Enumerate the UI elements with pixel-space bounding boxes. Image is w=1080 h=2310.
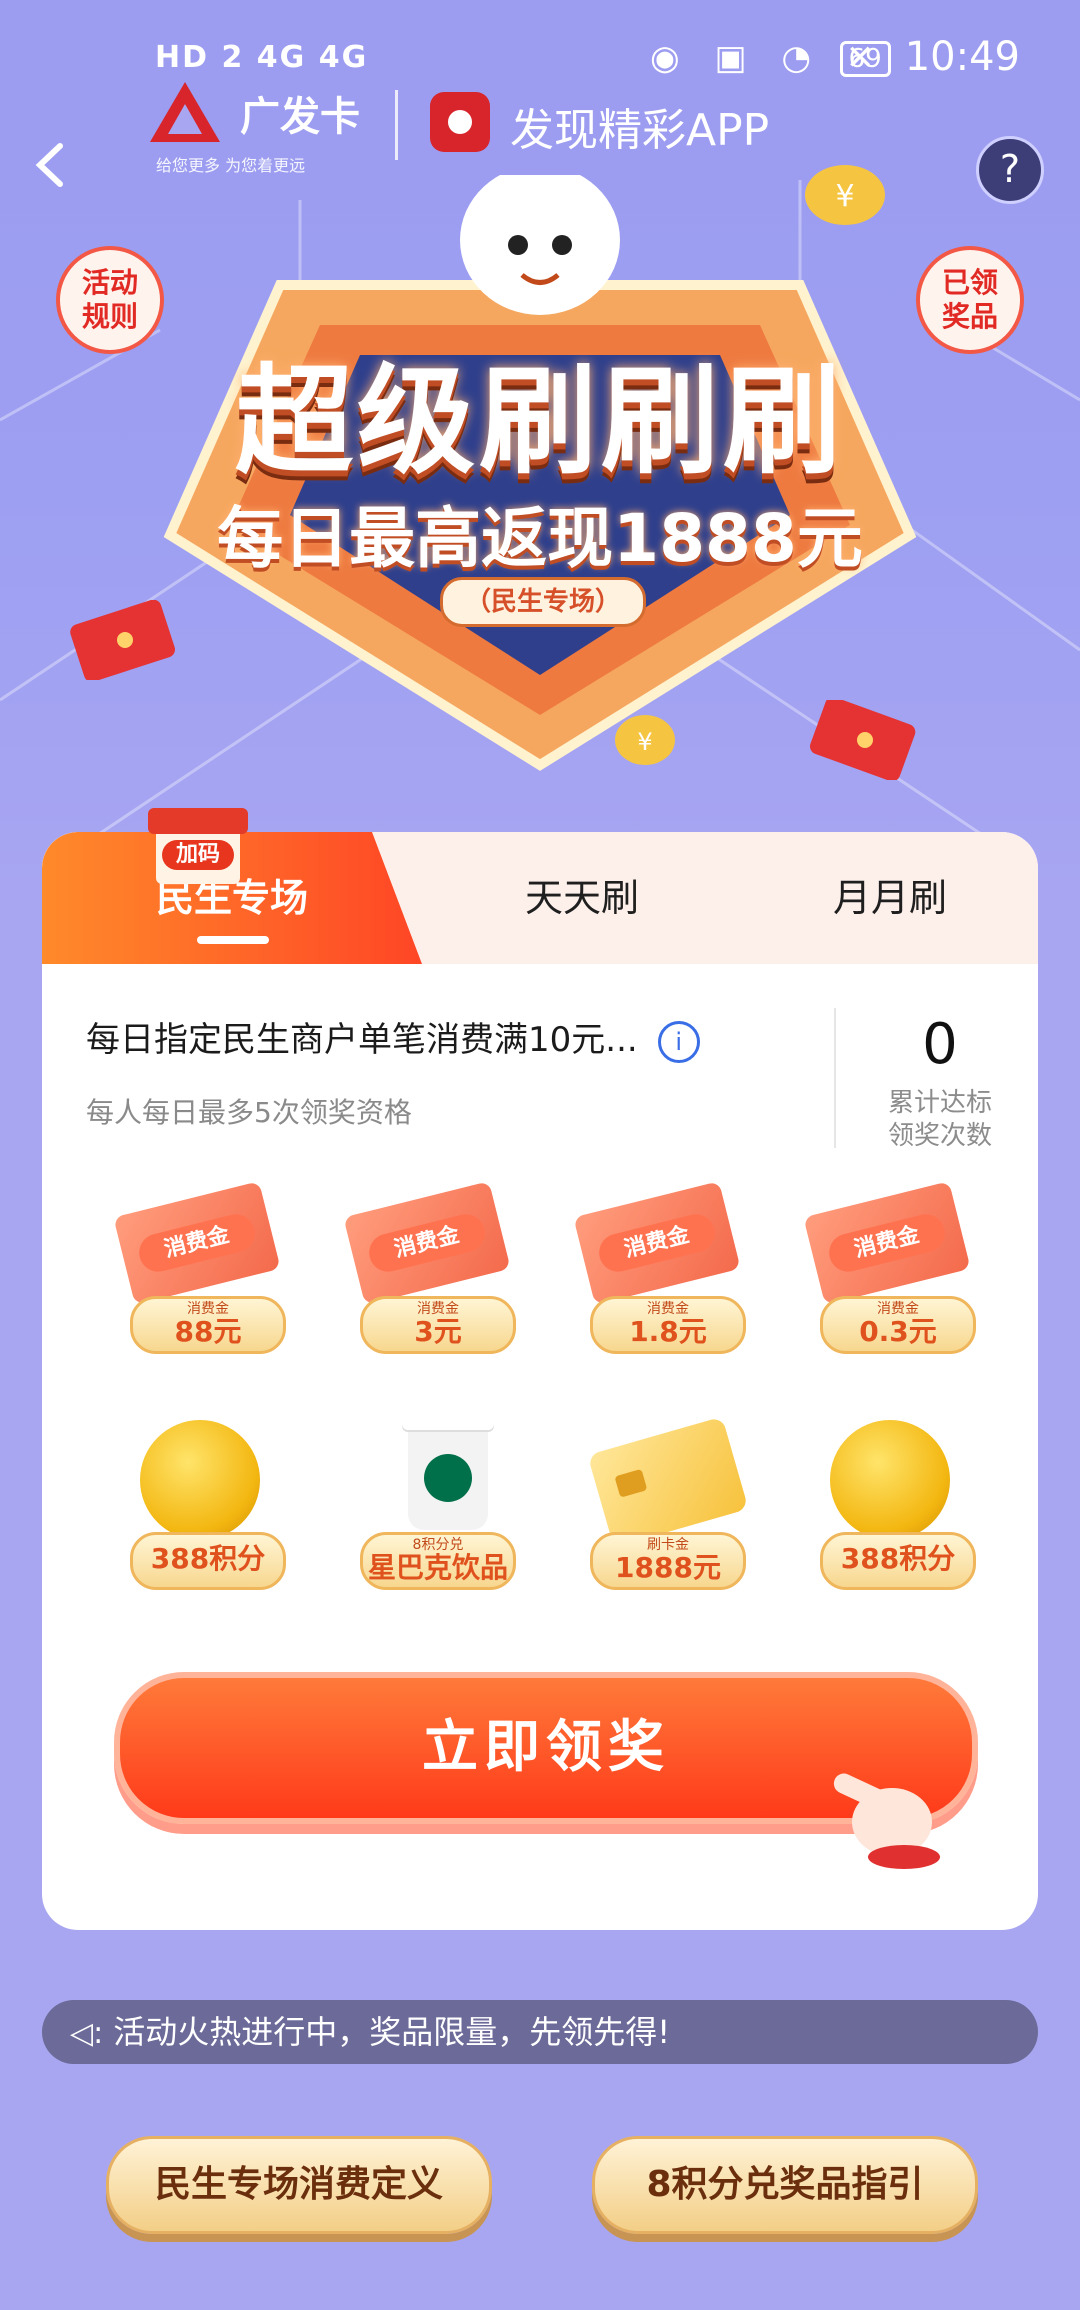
brand-divider [395, 90, 398, 160]
voucher-icon: 消费金 [803, 1181, 971, 1305]
info-icon[interactable]: i [657, 1020, 700, 1063]
gift-lid [148, 808, 248, 834]
app-logo-icon [430, 92, 490, 152]
pointing-hand-icon [833, 1773, 940, 1869]
prize-plate: 388积分 [820, 1532, 976, 1590]
prize-item: 消费金 消费金 0.3元 [792, 1178, 992, 1358]
task-title-text: 每日指定民生商户单笔消费满10元... [86, 1020, 638, 1060]
coin-icon: ¥ [615, 715, 675, 765]
voucher-label: 消费金 [135, 1210, 259, 1276]
prize-plate: 388积分 [130, 1532, 286, 1590]
voucher-label: 消费金 [825, 1210, 949, 1276]
task-info: 每日指定民生商户单笔消费满10元... i 每人每日最多5次领奖资格 [86, 1012, 786, 1131]
prize-value: 388积分 [150, 1542, 266, 1575]
clock: 10:49 [904, 34, 1020, 80]
prize-value: 1.8元 [629, 1315, 707, 1348]
prize-plate: 刷卡金 1888元 [590, 1532, 746, 1590]
tab-monthly[interactable]: 月月刷 [742, 832, 1038, 964]
reward-count: 0 [922, 1012, 958, 1077]
app-name: 发现精彩APP [510, 105, 770, 156]
back-button[interactable] [30, 140, 80, 190]
notice-text: 活动火热进行中，奖品限量，先领先得! [113, 2013, 671, 2051]
claimed-prizes-label: 已领 奖品 [941, 266, 998, 333]
prize-item: 388积分 [102, 1414, 302, 1594]
banner-tag: （民生专场） [440, 577, 646, 627]
starbucks-logo-icon [424, 1454, 472, 1502]
svg-text:¥: ¥ [835, 179, 854, 214]
prize-plate: 消费金 88元 [130, 1296, 286, 1354]
bonus-badge: 加码 [148, 806, 248, 886]
prize-value: 88元 [174, 1315, 242, 1348]
banner-title: 超级刷刷刷 [234, 352, 845, 490]
gold-coin-icon [830, 1420, 950, 1540]
prize-value: 3元 [414, 1315, 462, 1348]
status-right: 69 10:49 [839, 34, 1020, 80]
bank-logo-icon [150, 82, 220, 142]
cup-lid [402, 1412, 494, 1430]
prize-value: 1888元 [615, 1551, 721, 1584]
banner-subtitle: 每日最高返现1888元 [217, 500, 863, 577]
prize-value: 0.3元 [859, 1315, 937, 1348]
voucher-icon: 消费金 [113, 1181, 281, 1305]
help-button[interactable]: ? [976, 136, 1044, 204]
gold-coin-icon [140, 1420, 260, 1540]
red-envelope-icon [810, 700, 916, 780]
voucher-icon: 消费金 [343, 1181, 511, 1305]
voucher-icon: 消费金 [573, 1181, 741, 1305]
reward-counter: 0 累计达标 领奖次数 [842, 1012, 1038, 1153]
task-title: 每日指定民生商户单笔消费满10元... i [86, 1012, 786, 1063]
prize-item: 刷卡金 1888元 [562, 1414, 762, 1594]
spending-definition-button[interactable]: 民生专场消费定义 [106, 2136, 492, 2234]
points-redemption-guide-button[interactable]: 8积分兑奖品指引 [592, 2136, 978, 2234]
divider [834, 1008, 836, 1148]
prize-item: 8积分兑 星巴克饮品 [332, 1412, 532, 1594]
task-subtitle: 每人每日最多5次领奖资格 [86, 1095, 412, 1129]
red-envelope-icon [70, 600, 175, 680]
prize-value: 星巴克饮品 [367, 1551, 508, 1584]
voucher-label: 消费金 [365, 1210, 489, 1276]
credit-card-icon [587, 1416, 749, 1548]
card-chip [614, 1468, 648, 1498]
prize-item: 消费金 消费金 1.8元 [562, 1178, 762, 1358]
activity-rules-label: 活动 规则 [81, 266, 138, 333]
prize-plate: 消费金 0.3元 [820, 1296, 976, 1354]
claimed-prizes-button[interactable]: 已领 奖品 [916, 246, 1024, 354]
hero-banner: 超级刷刷刷 每日最高返现1888元 （民生专场） [150, 175, 930, 775]
speaker-icon: ◁: [70, 2016, 104, 2051]
coffee-cup-icon [402, 1412, 494, 1530]
activity-card: 民生专场 天天刷 月月刷 每日指定民生商户单笔消费满10元... i 每人每日最多… [42, 832, 1038, 1930]
notice-bar: ◁: 活动火热进行中，奖品限量，先领先得! [42, 2000, 1038, 2064]
status-left: HD 2 4G 4G [155, 40, 369, 75]
prize-item: 消费金 消费金 88元 [102, 1178, 302, 1358]
prize-item: 388积分 [792, 1414, 992, 1594]
activity-rules-button[interactable]: 活动 规则 [56, 246, 164, 354]
prize-plate: 消费金 1.8元 [590, 1296, 746, 1354]
svg-text:¥: ¥ [637, 728, 652, 756]
reward-count-label: 累计达标 领奖次数 [887, 1088, 992, 1151]
prize-plate: 8积分兑 星巴克饮品 [360, 1532, 516, 1590]
tab-active-indicator [197, 936, 269, 944]
bank-name: 广发卡 [240, 94, 360, 140]
prize-plate: 消费金 3元 [360, 1296, 516, 1354]
bonus-badge-label: 加码 [162, 840, 234, 870]
prize-item: 消费金 消费金 3元 [332, 1178, 532, 1358]
battery-icon: 69 [839, 41, 891, 77]
chevron-left-icon [35, 143, 63, 187]
coin-icon: ¥ [805, 165, 885, 225]
tab-daily[interactable]: 天天刷 [422, 832, 742, 964]
prize-value: 388积分 [840, 1542, 956, 1575]
bank-slogan: 给您更多 为您着更远 [156, 156, 306, 175]
voucher-label: 消费金 [595, 1210, 719, 1276]
